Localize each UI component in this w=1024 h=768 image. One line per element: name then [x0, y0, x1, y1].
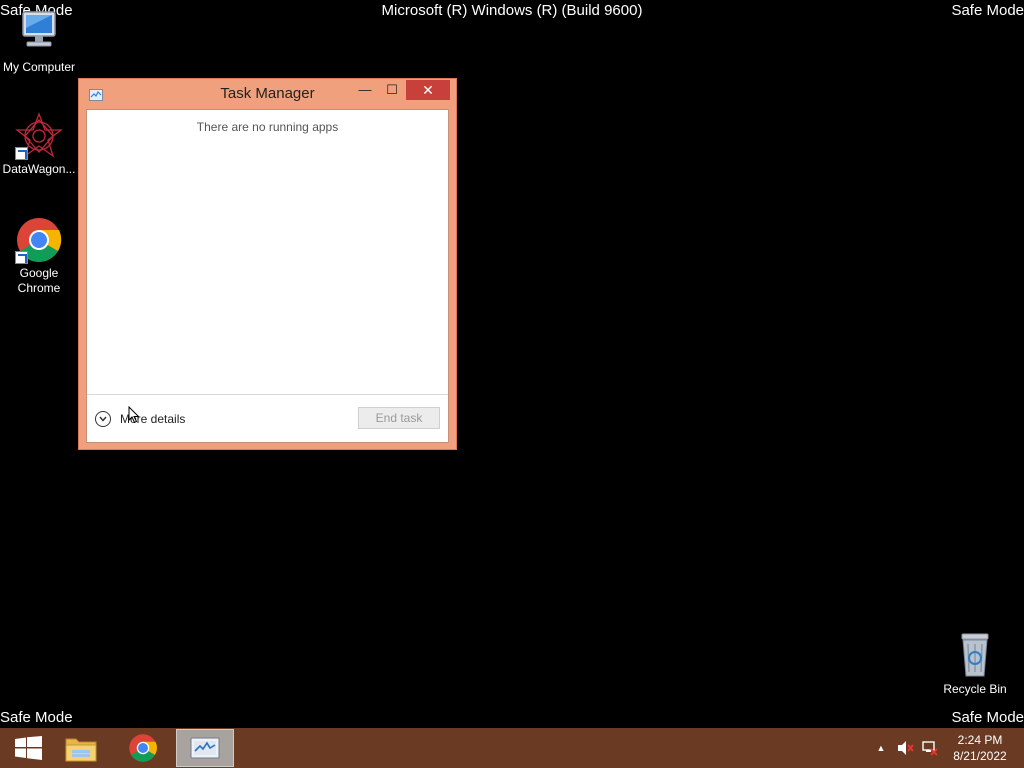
computer-icon	[15, 10, 63, 58]
desktop-icon-label: DataWagon...	[2, 162, 76, 176]
show-hidden-icons-button[interactable]: ▲	[872, 728, 890, 768]
desktop-icon-google-chrome[interactable]: Google Chrome	[0, 216, 78, 296]
datawagon-icon	[15, 112, 63, 160]
mouse-cursor-icon	[128, 406, 140, 424]
taskbar-task-manager[interactable]	[176, 729, 234, 767]
recycle-bin-icon	[951, 632, 999, 680]
clock-date: 8/21/2022	[953, 749, 1007, 763]
shortcut-arrow-icon	[15, 251, 28, 264]
more-details-button[interactable]: More details	[95, 409, 185, 429]
chrome-icon	[15, 216, 63, 264]
footer-divider	[87, 394, 448, 395]
minimize-button[interactable]: —	[352, 80, 378, 100]
folder-icon	[65, 738, 97, 762]
network-disconnected-icon[interactable]	[918, 728, 942, 768]
taskbar-google-chrome[interactable]	[114, 728, 172, 768]
desktop-icon-label: My Computer	[2, 60, 76, 74]
shortcut-arrow-icon	[15, 147, 28, 160]
desktop-icon-label: Google Chrome	[17, 266, 61, 295]
volume-muted-icon[interactable]	[894, 728, 918, 768]
start-button[interactable]	[0, 728, 58, 768]
desktop-icon-my-computer[interactable]: My Computer	[0, 10, 78, 75]
task-manager-body: There are no running apps More details E…	[86, 109, 449, 443]
taskbar-file-explorer[interactable]	[52, 728, 110, 768]
end-task-button[interactable]: End task	[358, 407, 440, 429]
task-manager-window[interactable]: Task Manager — ☐ ✕ There are no running …	[78, 78, 457, 450]
clock-time: 2:24 PM	[957, 733, 1003, 747]
system-clock[interactable]: 2:24 PM 8/21/2022	[944, 732, 1016, 764]
safe-mode-label-bottom-left: Safe Mode	[0, 709, 73, 726]
safe-mode-label-top-right: Safe Mode	[951, 2, 1024, 19]
desktop: Safe Mode Microsoft (R) Windows (R) (Bui…	[0, 0, 1024, 728]
taskbar: ▲ 2:24 PM 8/21/2022	[0, 728, 1024, 768]
desktop-icon-label: Recycle Bin	[943, 682, 1007, 696]
maximize-button[interactable]: ☐	[379, 80, 405, 100]
windows-logo-icon	[15, 736, 42, 760]
close-button[interactable]: ✕	[406, 80, 450, 100]
safe-mode-label-bottom-right: Safe Mode	[951, 709, 1024, 726]
chevron-down-icon	[95, 411, 111, 427]
desktop-icon-datawagon[interactable]: DataWagon...	[0, 112, 78, 177]
title-bar[interactable]: Task Manager — ☐ ✕	[79, 79, 456, 109]
desktop-icon-recycle-bin[interactable]: Recycle Bin	[936, 632, 1014, 697]
no-running-apps-message: There are no running apps	[196, 120, 339, 134]
task-manager-icon	[190, 737, 220, 759]
build-watermark: Microsoft (R) Windows (R) (Build 9600)	[381, 2, 643, 19]
chrome-icon	[129, 734, 157, 762]
